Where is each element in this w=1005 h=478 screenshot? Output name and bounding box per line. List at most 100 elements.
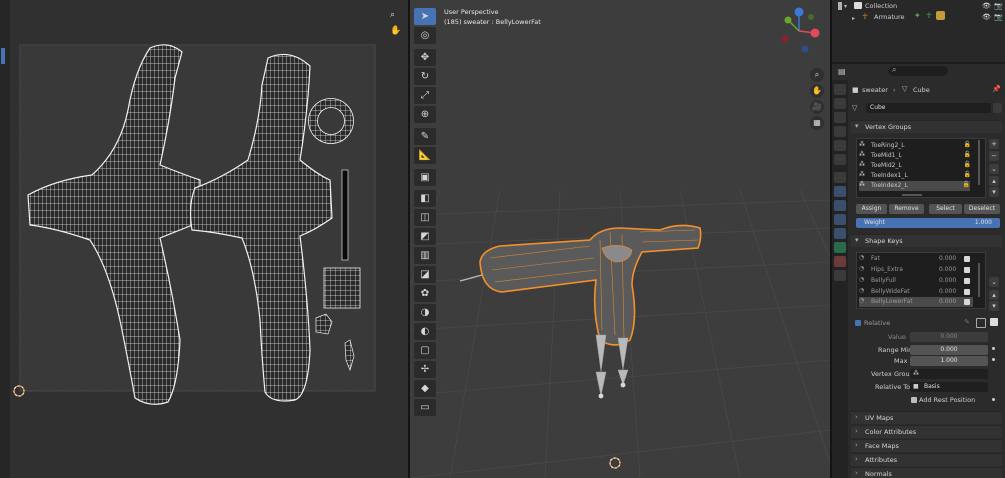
knife-tool-icon[interactable]: ◪: [414, 266, 436, 283]
lock-icon[interactable]: 🔓: [964, 171, 971, 178]
annotate-tool-icon[interactable]: ✎: [414, 128, 436, 145]
smooth-tool-icon[interactable]: ◐: [414, 323, 436, 340]
keyframe-dot-icon[interactable]: [992, 347, 995, 350]
armature-visibility-icon[interactable]: 👁: [982, 13, 991, 21]
zoom-icon[interactable]: ⌕: [390, 10, 402, 22]
tab-particles-icon[interactable]: [834, 200, 846, 211]
add-cube-tool-icon[interactable]: ▣: [414, 169, 436, 186]
scale-tool-icon[interactable]: ⤢: [414, 87, 436, 104]
move-down-icon[interactable]: ▾: [989, 187, 999, 197]
remove-button[interactable]: Remove: [889, 204, 924, 214]
breadcrumb-object[interactable]: sweater: [862, 86, 888, 94]
rotate-tool-icon[interactable]: ↻: [414, 68, 436, 85]
armature-expand-icon[interactable]: ▸: [852, 15, 855, 22]
shape-key-checkbox[interactable]: [964, 256, 970, 262]
list-item-selected[interactable]: ⁂ ToeIndex2_L 🔓: [859, 181, 970, 191]
value-field[interactable]: 0.000: [910, 332, 988, 342]
relative-to-field[interactable]: ■ Basis: [910, 382, 988, 392]
shape-clear-icon[interactable]: [990, 318, 998, 326]
list-item[interactable]: ⁂ ToeMid1_L 🔓: [859, 151, 983, 161]
keyframe-dot-icon[interactable]: [992, 358, 995, 361]
tab-view-layer-icon[interactable]: [834, 126, 846, 137]
shape-key-checkbox[interactable]: [964, 267, 970, 273]
list-scrollbar[interactable]: [978, 140, 980, 185]
measure-tool-icon[interactable]: 📐: [414, 147, 436, 164]
list-item[interactable]: ◔ BellyFull 0.000: [859, 276, 973, 286]
move-tool-icon[interactable]: ✥: [414, 49, 436, 66]
remove-vertex-group-icon[interactable]: −: [989, 151, 999, 161]
armature-render-icon[interactable]: 📷: [994, 13, 1003, 21]
tab-world-icon[interactable]: [834, 154, 846, 165]
shape-key-checkbox[interactable]: [964, 299, 970, 305]
tab-constraints-icon[interactable]: [834, 228, 846, 239]
weight-slider[interactable]: Weight 1.000: [856, 218, 1000, 228]
lock-icon[interactable]: 🔓: [963, 181, 970, 188]
select-button[interactable]: Select: [929, 204, 962, 214]
pan-view-icon[interactable]: ✋: [810, 84, 824, 98]
navigation-gizmo[interactable]: [775, 5, 825, 55]
tab-material-icon[interactable]: [834, 256, 846, 267]
list-item[interactable]: ⁂ ToeIndex1_L 🔓: [859, 171, 983, 181]
tab-tool-icon[interactable]: [834, 84, 846, 95]
shape-lock-icon[interactable]: [976, 318, 986, 328]
list-item-selected[interactable]: ◔ BellyLowerFat 0.000: [859, 297, 973, 307]
edit-mode-pin-icon[interactable]: ✎: [964, 318, 970, 326]
tab-render-icon[interactable]: [834, 98, 846, 109]
relative-checkbox[interactable]: [855, 320, 861, 326]
fake-user-shield-icon[interactable]: [993, 103, 1002, 113]
visibility-eye-icon[interactable]: 👁: [982, 2, 991, 10]
breadcrumb-data[interactable]: Cube: [913, 86, 930, 94]
list-item[interactable]: ⁂ ToeRing2_L 🔓: [859, 141, 983, 151]
editor-type-icon[interactable]: ▤: [838, 67, 846, 76]
max-field[interactable]: 1.000: [910, 356, 988, 366]
lock-icon[interactable]: 🔓: [964, 151, 971, 158]
uv-maps-panel-header[interactable]: › UV Maps: [851, 411, 1002, 424]
list-item[interactable]: ⁂ ToeMid2_L 🔓: [859, 161, 983, 171]
shape-key-move-up-icon[interactable]: ▴: [989, 290, 999, 300]
vertex-groups-panel-header[interactable]: ▾ Vertex Groups: [851, 120, 1002, 133]
tab-texture-icon[interactable]: [834, 270, 846, 281]
vertex-group-menu-chevron-icon[interactable]: ⌄: [989, 164, 999, 174]
shape-key-checkbox[interactable]: [964, 289, 970, 295]
list-resize-handle[interactable]: [902, 194, 922, 196]
spin-tool-icon[interactable]: ◑: [414, 304, 436, 321]
face-maps-panel-header[interactable]: › Face Maps: [851, 439, 1002, 452]
lock-icon[interactable]: 🔓: [964, 141, 971, 148]
tab-data-icon[interactable]: [834, 242, 846, 253]
sweater-mesh[interactable]: [479, 224, 702, 346]
inset-tool-icon[interactable]: ◫: [414, 209, 436, 226]
pin-icon[interactable]: 📌: [992, 85, 1001, 93]
deselect-button[interactable]: Deselect: [964, 204, 1000, 214]
rip-region-tool-icon[interactable]: ▭: [414, 399, 436, 416]
hand-pan-icon[interactable]: ✋: [390, 26, 402, 38]
add-vertex-group-icon[interactable]: +: [989, 139, 999, 149]
keyframe-dot-icon[interactable]: [992, 398, 995, 401]
render-camera-icon[interactable]: 📷: [994, 2, 1003, 10]
shear-tool-icon[interactable]: ◆: [414, 380, 436, 397]
add-rest-position-checkbox[interactable]: [911, 397, 917, 403]
tab-scene-icon[interactable]: [834, 140, 846, 151]
3d-cursor-icon[interactable]: [609, 457, 621, 469]
cursor-tool-icon[interactable]: ◎: [414, 27, 436, 44]
camera-view-icon[interactable]: 🎥: [810, 100, 824, 114]
armature-label[interactable]: Armature: [874, 13, 905, 21]
color-attributes-panel-header[interactable]: › Color Attributes: [851, 425, 1002, 438]
collection-label[interactable]: Collection: [865, 2, 897, 10]
list-item[interactable]: ◔ Fat 0.000: [859, 254, 973, 264]
shape-key-move-down-icon[interactable]: ▾: [989, 301, 999, 311]
edge-slide-tool-icon[interactable]: ▢: [414, 342, 436, 359]
vertex-group-field[interactable]: ⁂: [910, 369, 988, 379]
assign-button[interactable]: Assign: [856, 204, 887, 214]
list-item[interactable]: ◔ BellyWideFat 0.000: [859, 287, 973, 297]
uv-canvas[interactable]: [10, 0, 408, 478]
extrude-tool-icon[interactable]: ◧: [414, 190, 436, 207]
transform-tool-icon[interactable]: ⊕: [414, 106, 436, 123]
ortho-toggle-icon[interactable]: ▦: [810, 116, 824, 130]
tab-physics-icon[interactable]: [834, 214, 846, 225]
zoom-view-icon[interactable]: ⌕: [810, 68, 824, 82]
tab-modifiers-icon[interactable]: [834, 186, 846, 197]
select-tool-icon[interactable]: ➤: [414, 8, 436, 25]
3d-viewport[interactable]: [410, 0, 830, 478]
list-item[interactable]: ◔ Hips_Extra 0.000: [859, 265, 973, 275]
mesh-name-field[interactable]: Cube: [866, 103, 991, 113]
